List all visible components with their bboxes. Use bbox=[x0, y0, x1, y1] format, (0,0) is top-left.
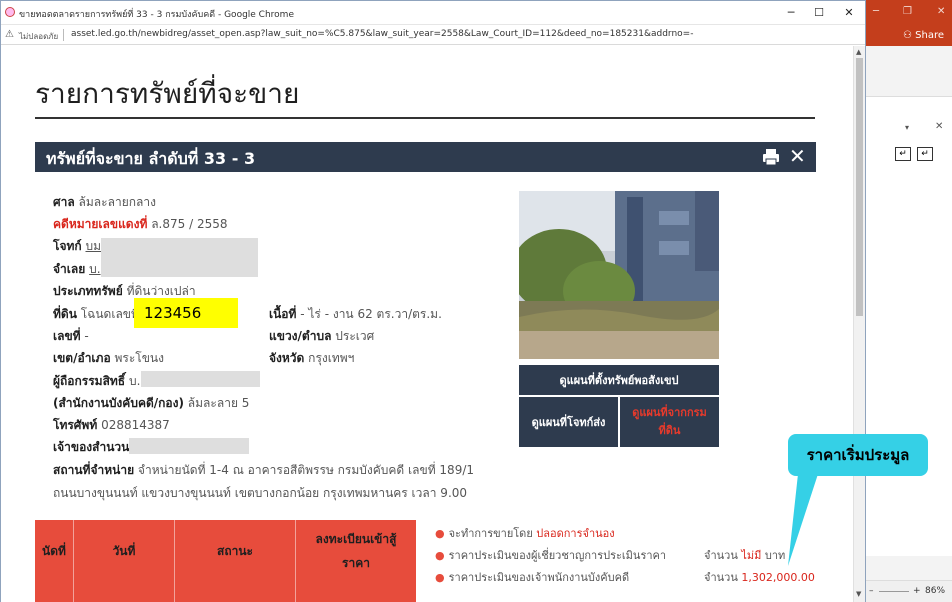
number-row: เลขที่ - bbox=[53, 329, 89, 343]
auction-table-header: นัดที่ วันที่ สถานะ ลงทะเบียนเข้าสู้ ราค… bbox=[35, 520, 416, 602]
asset-photo bbox=[519, 191, 719, 359]
officer-row: เจ้าของสำนวน bbox=[53, 440, 130, 454]
col-date: วันที่ bbox=[112, 544, 136, 558]
plaintiff-map-button[interactable]: ดูแผนที่โจทก์ส่ง bbox=[519, 397, 618, 447]
district-row: เขต/อำเภอ พระโขนง bbox=[53, 351, 164, 365]
screen: ─ ❐ ✕ ⚇ Share ⌃ ▾ ✕ ↵ ↵ – + 86% ขายทอดตล… bbox=[0, 0, 952, 602]
place-row: สถานที่จำหน่าย จำหน่ายนัดที่ 1-4 ณ อาคาร… bbox=[53, 463, 475, 477]
user-icon: ⚇ bbox=[903, 30, 912, 41]
url-text[interactable]: asset.led.go.th/newbidreg/asset_open.asp… bbox=[71, 29, 693, 39]
close-button[interactable]: ✕ bbox=[839, 4, 859, 22]
office-row: (สำนักงานบังคับคดี/กอง) ล้มละลาย 5 bbox=[53, 396, 250, 410]
separator bbox=[63, 29, 64, 41]
side-app-pane: ▾ ✕ ↵ ↵ bbox=[865, 96, 952, 556]
title-divider bbox=[35, 117, 815, 119]
scroll-down-icon[interactable]: ▼ bbox=[856, 590, 861, 598]
scroll-up-icon[interactable]: ▲ bbox=[856, 48, 861, 56]
zoom-slider[interactable] bbox=[879, 591, 909, 592]
maximize-button[interactable]: ☐ bbox=[809, 4, 829, 22]
warning-icon[interactable]: ⚠ bbox=[5, 29, 14, 40]
side-app-ribbon: ─ ❐ ✕ ⚇ Share bbox=[865, 0, 952, 46]
status-bar: – + 86% bbox=[865, 580, 952, 602]
street-map-button[interactable]: ดูแผนที่ตั้งทรัพย์พอสังเขป bbox=[519, 365, 719, 395]
restore-icon[interactable]: ❐ bbox=[903, 6, 912, 17]
print-icon[interactable] bbox=[761, 147, 781, 167]
col-status: สถานะ bbox=[217, 544, 253, 558]
redacted-block bbox=[129, 438, 249, 454]
area-row: เนื้อที่ - ไร่ - งาน 62 ตร.วา/ตร.ม. bbox=[269, 307, 442, 321]
deed-number-highlight: 123456 bbox=[134, 298, 238, 328]
share-button[interactable]: ⚇ Share bbox=[903, 30, 944, 41]
page-viewport: รายการทรัพย์ที่จะขาย ทรัพย์ที่จะขาย ลำดั… bbox=[1, 46, 853, 602]
callout-pointer bbox=[788, 474, 818, 566]
minimize-icon[interactable]: ─ bbox=[873, 6, 879, 17]
land-dept-map-button[interactable]: ดูแผนที่จากกรม ที่ดิน bbox=[620, 397, 719, 447]
officer-amount: จำนวน 1,302,000.00 bbox=[704, 571, 815, 584]
zoom-out-icon[interactable]: – bbox=[869, 586, 874, 596]
not-secure-label[interactable]: ไม่ปลอดภัย bbox=[19, 30, 58, 43]
redacted-block bbox=[141, 371, 260, 387]
paste-special-icon[interactable]: ↵ bbox=[917, 147, 933, 161]
court-row: ศาล ล้มละลายกลาง bbox=[53, 195, 156, 209]
pane-close-icon[interactable]: ✕ bbox=[935, 121, 943, 132]
officer-appraisal: ● ราคาประเมินของเจ้าพนักงานบังคับคดี bbox=[435, 571, 630, 584]
asset-title: ทรัพย์ที่จะขาย ลำดับที่ 33 - 3 bbox=[46, 149, 256, 168]
vertical-scrollbar[interactable]: ▲ ▼ bbox=[853, 46, 865, 602]
subdistrict-row: แขวง/ตำบล ประเวศ bbox=[269, 329, 375, 343]
defendant-row: จำเลย บ. bbox=[53, 262, 101, 276]
land-row: ที่ดิน โฉนดเลขที่ bbox=[53, 307, 139, 321]
phone-row: โทรศัพท์ 028814387 bbox=[53, 418, 170, 432]
defendant-link[interactable]: บ. bbox=[89, 262, 100, 276]
col-round: นัดที่ bbox=[42, 544, 66, 558]
close-icon[interactable]: ✕ bbox=[937, 6, 945, 17]
col-divider bbox=[174, 520, 175, 602]
side-app-window: ─ ❐ ✕ ⚇ Share ⌃ ▾ ✕ ↵ ↵ – + 86% bbox=[864, 0, 952, 602]
scrollbar-thumb[interactable] bbox=[856, 58, 863, 316]
favicon bbox=[5, 7, 15, 17]
owner-row: ผู้ถือกรรมสิทธิ์ บ. bbox=[53, 374, 141, 388]
plaintiff-row: โจทก์ บม bbox=[53, 239, 102, 253]
chrome-window: ขายทอดตลาดรายการทรัพย์ที่ 33 - 3 กรมบังค… bbox=[0, 0, 866, 602]
address-bar[interactable]: ⚠ ไม่ปลอดภัย asset.led.go.th/newbidreg/a… bbox=[1, 25, 865, 45]
page-title: รายการทรัพย์ที่จะขาย bbox=[35, 77, 300, 110]
redacted-block bbox=[101, 238, 258, 277]
dropdown-icon[interactable]: ▾ bbox=[905, 123, 909, 132]
province-row: จังหวัด กรุงเทพฯ bbox=[269, 351, 355, 365]
case-row: คดีหมายเลขแดงที่ ล.875 / 2558 bbox=[53, 217, 228, 231]
asset-header-bar: ทรัพย์ที่จะขาย ลำดับที่ 33 - 3 ✕ bbox=[35, 142, 816, 172]
sale-condition: ● จะทำการขายโดย ปลอดการจำนอง bbox=[435, 527, 615, 540]
expert-appraisal: ● ราคาประเมินของผู้เชี่ยวชาญการประเมินราค… bbox=[435, 549, 667, 562]
zoom-in-icon[interactable]: + bbox=[913, 586, 921, 596]
paste-icon[interactable]: ↵ bbox=[895, 147, 911, 161]
title-bar: ขายทอดตลาดรายการทรัพย์ที่ 33 - 3 กรมบังค… bbox=[1, 1, 865, 25]
zoom-level: 86% bbox=[925, 586, 946, 596]
window-title: ขายทอดตลาดรายการทรัพย์ที่ 33 - 3 กรมบังค… bbox=[19, 10, 294, 20]
col-register: ลงทะเบียนเข้าสู้ bbox=[315, 532, 397, 546]
col-price: ราคา bbox=[342, 556, 370, 570]
col-divider bbox=[73, 520, 74, 602]
plaintiff-link[interactable]: บม bbox=[85, 239, 101, 253]
place-row-2: ถนนบางขุนนนท์ แขวงบางขุนนนท์ เขตบางกอกน้… bbox=[53, 486, 468, 500]
minimize-button[interactable]: ─ bbox=[781, 4, 801, 22]
close-icon[interactable]: ✕ bbox=[789, 146, 809, 166]
